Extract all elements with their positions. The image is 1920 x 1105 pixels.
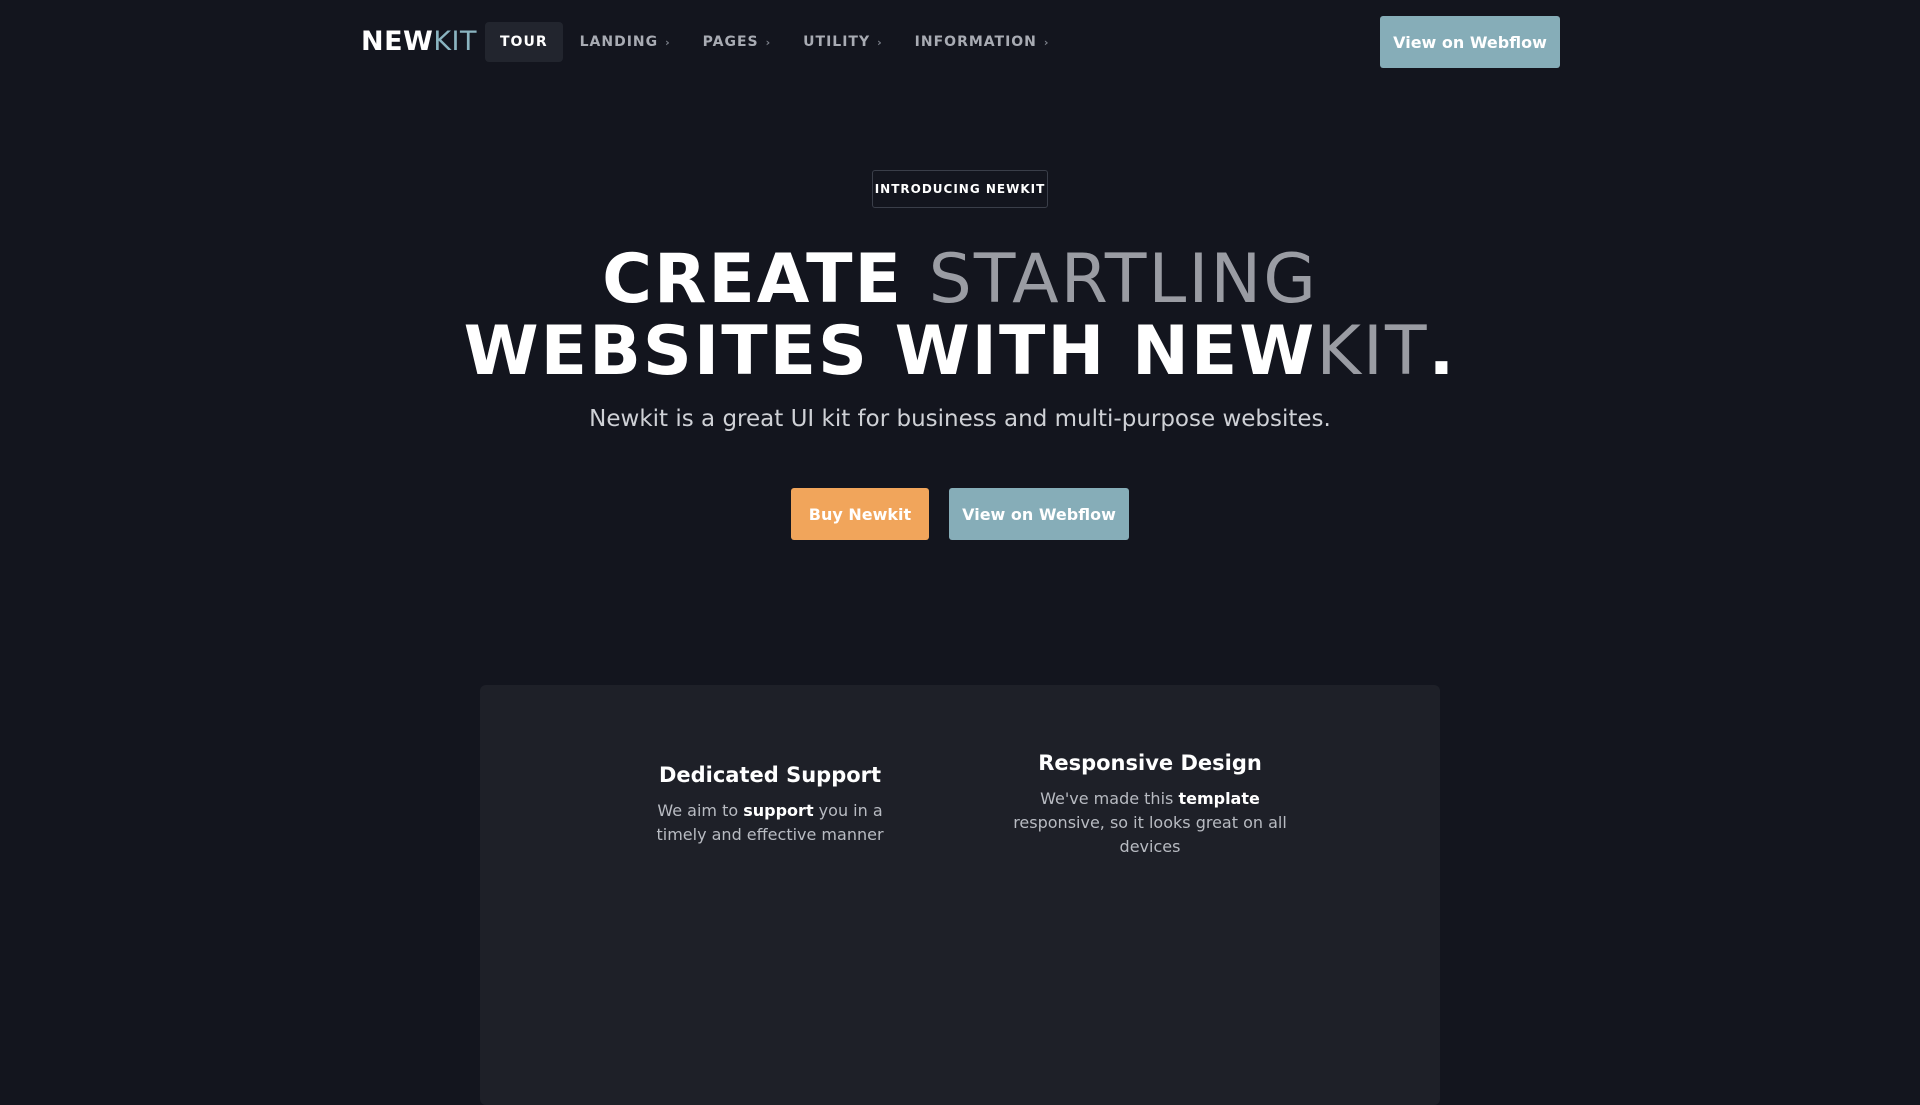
intro-badge: INTRODUCING NEWKIT: [872, 170, 1048, 208]
nav-item-label: LANDING: [579, 34, 659, 50]
chevron-right-icon: ›: [1043, 35, 1050, 49]
hero-headline: CREATE STARTLING WEBSITES WITH NEWKIT.: [360, 244, 1560, 388]
chevron-right-icon: ›: [877, 35, 883, 49]
feature-text-emphasis: template: [1178, 789, 1260, 808]
chevron-right-icon: ›: [765, 35, 772, 49]
feature-title: Dedicated Support: [658, 763, 882, 787]
chevron-right-icon: ›: [665, 35, 671, 49]
header-view-on-webflow-button[interactable]: View on Webflow: [1380, 16, 1560, 68]
nav-item-pages[interactable]: PAGES ›: [688, 22, 787, 62]
feature-responsive-design: Responsive Design We've made this templa…: [1010, 751, 1290, 859]
nav-item-label: PAGES: [702, 34, 759, 50]
headline-word-kit: KIT: [1316, 312, 1429, 391]
headline-word-create: CREATE: [602, 240, 903, 319]
feature-description: We've made this template responsive, so …: [1010, 787, 1290, 859]
nav-item-label: INFORMATION: [914, 34, 1037, 50]
logo[interactable]: NEWKIT: [361, 26, 477, 58]
view-on-webflow-button[interactable]: View on Webflow: [949, 488, 1129, 540]
nav-item-landing[interactable]: LANDING ›: [565, 22, 686, 62]
feature-title: Responsive Design: [1038, 751, 1262, 775]
feature-text-part: We've made this: [1040, 789, 1179, 808]
feature-text-part: We aim to: [657, 801, 744, 820]
logo-text-kit: KIT: [433, 26, 477, 57]
nav-item-tour[interactable]: TOUR: [485, 22, 563, 62]
logo-text-new: NEW: [361, 26, 434, 57]
nav-item-label: UTILITY: [803, 34, 871, 50]
feature-text-part: responsive, so it looks great on all dev…: [1013, 813, 1287, 856]
nav-item-label: TOUR: [500, 34, 548, 50]
feature-dedicated-support: Dedicated Support We aim to support you …: [630, 763, 910, 847]
headline-word-startling: STARTLING: [928, 240, 1318, 319]
feature-text-emphasis: support: [743, 801, 814, 820]
site-header: NEWKIT TOUR LANDING › PAGES › UTILITY › …: [361, 16, 1560, 68]
features-panel: Dedicated Support We aim to support you …: [480, 685, 1440, 1105]
headline-words-websites-with-new: WEBSITES WITH NEW: [463, 312, 1317, 391]
buy-newkit-button[interactable]: Buy Newkit: [791, 488, 929, 540]
feature-description: We aim to support you in a timely and ef…: [630, 799, 910, 847]
headline-period: .: [1428, 312, 1457, 391]
nav-item-utility[interactable]: UTILITY ›: [788, 22, 898, 62]
hero-subheadline: Newkit is a great UI kit for business an…: [589, 406, 1331, 432]
main-nav: TOUR LANDING › PAGES › UTILITY › INFORMA…: [485, 22, 1066, 62]
nav-item-information[interactable]: INFORMATION ›: [900, 22, 1065, 62]
